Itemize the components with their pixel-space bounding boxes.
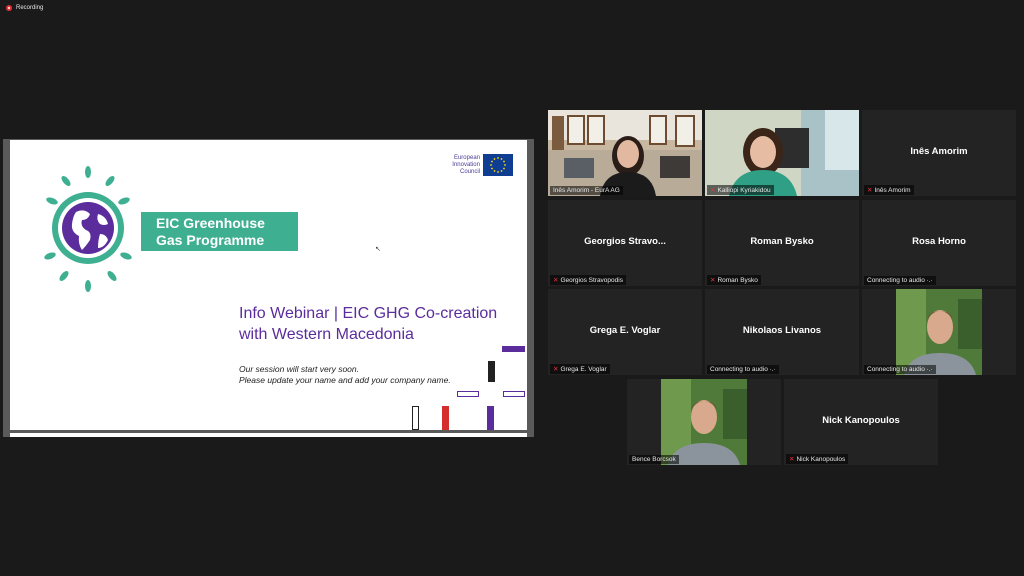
slide-title-line2: with Western Macedonia	[239, 326, 414, 343]
mic-muted-icon: ✕	[867, 187, 873, 194]
slide-title-line1: Info Webinar | EIC GHG Co-creation	[239, 305, 498, 322]
participant-label: ✕ Nick Kanopoulos	[786, 454, 849, 464]
mic-muted-icon: ✕	[710, 187, 716, 194]
participant-video	[548, 110, 702, 196]
participant-video	[627, 379, 781, 465]
participant-name: Connecting to audio ·.·	[867, 277, 933, 284]
slide-subtitle-line2: Please update your name and add your com…	[239, 375, 451, 385]
shared-slide: European Innovation Council EIC Greenhou…	[10, 140, 527, 430]
banner-line1: EIC Greenhouse	[156, 215, 265, 231]
mic-muted-icon: ✕	[710, 277, 716, 284]
deco-bar	[502, 346, 525, 352]
participant-tile[interactable]: Rosa Horno Connecting to audio ·.·	[862, 200, 1016, 286]
mic-muted-icon: ✕	[553, 366, 559, 373]
participant-name: Kalliopi Kyriakidou	[717, 186, 771, 194]
participant-label: Connecting to audio ·.·	[864, 365, 936, 374]
participant-name: Georgios Stravopodis	[560, 276, 623, 284]
participant-name: Nick Kanopoulos	[796, 455, 846, 463]
participant-tile[interactable]: Grega E. Voglar ✕ Grega E. Voglar	[548, 289, 702, 375]
participant-label: ✕ Roman Bysko	[707, 275, 761, 285]
participant-tile[interactable]: Connecting to audio ·.·	[862, 289, 1016, 375]
slide-title: Info Webinar | EIC GHG Co-creation with …	[239, 303, 527, 345]
participant-tile[interactable]: ✕ Kalliopi Kyriakidou	[705, 110, 859, 196]
participant-label: ✕ Kalliopi Kyriakidou	[707, 185, 774, 195]
participant-tile[interactable]: Nick Kanopoulos ✕ Nick Kanopoulos	[784, 379, 938, 465]
mic-muted-icon: ✕	[789, 456, 795, 463]
participant-tile[interactable]: Georgios Stravo... ✕ Georgios Stravopodi…	[548, 200, 702, 286]
deco-bar	[457, 391, 479, 397]
mouse-cursor-icon: ↖	[375, 246, 381, 253]
participant-name: Grega E. Voglar	[560, 365, 607, 373]
deco-bar	[412, 406, 419, 430]
participant-label: ✕ Grega E. Voglar	[550, 364, 610, 374]
participant-name: Inês Amorim - EurA AG	[553, 187, 620, 194]
participant-name: Roman Bysko	[717, 276, 758, 284]
participant-tile[interactable]: Inês Amorim ✕ Inês Amorim	[862, 110, 1016, 196]
eu-flag-icon	[483, 154, 513, 176]
participant-video	[705, 110, 859, 196]
deco-bar	[487, 406, 494, 430]
recording-indicator[interactable]: Recording	[6, 5, 43, 11]
participant-display-name: Georgios Stravo...	[584, 236, 666, 247]
participant-display-name: Nick Kanopoulos	[822, 415, 900, 426]
participant-name: Connecting to audio ·.·	[867, 366, 933, 373]
participant-tile[interactable]: Inês Amorim - EurA AG	[548, 110, 702, 196]
deco-bar	[488, 361, 495, 382]
participant-display-name: Nikolaos Livanos	[742, 325, 822, 336]
participant-video	[862, 289, 1016, 375]
participant-label: ✕ Georgios Stravopodis	[550, 275, 626, 285]
globe-logo-icon	[44, 166, 132, 292]
programme-banner: EIC Greenhouse Gas Programme	[141, 212, 298, 251]
participant-tile[interactable]: Bence Borcsok	[627, 379, 781, 465]
participant-name: Connecting to audio ·.·	[710, 366, 776, 373]
participant-display-name: Rosa Horno	[912, 236, 966, 247]
participant-tile[interactable]: Roman Bysko ✕ Roman Bysko	[705, 200, 859, 286]
recording-label: Recording	[16, 5, 44, 11]
participant-label: Connecting to audio ·.·	[864, 276, 936, 285]
slide-subtitle-line1: Our session will start very soon.	[239, 364, 359, 374]
deco-bar	[442, 406, 449, 430]
recording-icon	[6, 5, 12, 11]
eu-logo-text: European Innovation Council	[452, 155, 480, 175]
participant-label: Connecting to audio ·.·	[707, 365, 779, 374]
slide-subtitle: Our session will start very soon. Please…	[239, 364, 489, 386]
participant-display-name: Roman Bysko	[750, 236, 814, 247]
deco-bar	[503, 391, 525, 397]
participant-label: ✕ Inês Amorim	[864, 185, 914, 195]
slide-next-edge	[10, 433, 527, 437]
participant-display-name: Grega E. Voglar	[589, 325, 661, 336]
participant-name: Inês Amorim	[874, 186, 911, 194]
participant-label: Bence Borcsok	[629, 455, 679, 464]
banner-line2: Gas Programme	[156, 232, 265, 248]
participant-display-name: Inês Amorim	[910, 146, 968, 157]
participant-tile[interactable]: Nikolaos Livanos Connecting to audio ·.·	[705, 289, 859, 375]
participant-label: Inês Amorim - EurA AG	[550, 186, 623, 195]
mic-muted-icon: ✕	[553, 277, 559, 284]
participant-name: Bence Borcsok	[632, 456, 676, 463]
